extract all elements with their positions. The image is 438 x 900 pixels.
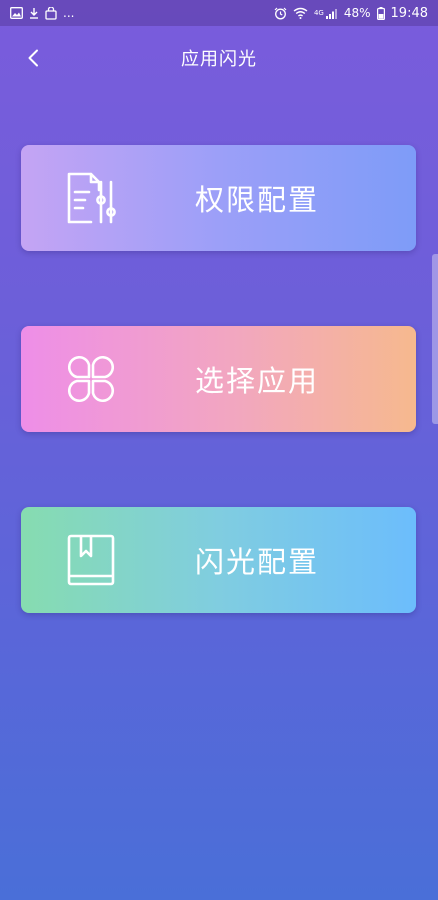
select-app-card[interactable]: 选择应用 (21, 326, 416, 432)
download-icon (29, 7, 39, 19)
battery-icon (376, 6, 385, 20)
bag-icon (45, 6, 57, 20)
edge-panel-handle[interactable] (432, 254, 438, 424)
flash-config-label: 闪光配置 (195, 545, 320, 579)
permission-settings-label: 权限配置 (195, 183, 320, 217)
status-bar: ... 4G 48% 19:48 (0, 0, 438, 26)
signal-icon (325, 8, 338, 19)
page-title: 应用闪光 (181, 49, 257, 70)
wifi-icon (293, 7, 308, 19)
book-icon (63, 532, 119, 588)
gallery-icon (10, 7, 23, 19)
permission-settings-card[interactable]: 权限配置 (21, 145, 416, 251)
chevron-left-icon (28, 49, 38, 67)
alarm-icon (274, 7, 287, 20)
flash-config-card[interactable]: 闪光配置 (21, 507, 416, 613)
clover-apps-icon (63, 351, 119, 407)
status-bar-left: ... (10, 6, 74, 20)
clock: 19:48 (390, 5, 428, 21)
back-button[interactable] (22, 47, 44, 69)
status-bar-right: 4G 48% 19:48 (274, 6, 428, 21)
permission-settings-icon (63, 170, 119, 226)
more-notifications: ... (63, 6, 75, 20)
select-app-label: 选择应用 (195, 364, 320, 398)
nav-bar: 应用闪光 (0, 26, 438, 90)
battery-percent: 48% (343, 6, 371, 20)
network-type: 4G (313, 9, 324, 17)
